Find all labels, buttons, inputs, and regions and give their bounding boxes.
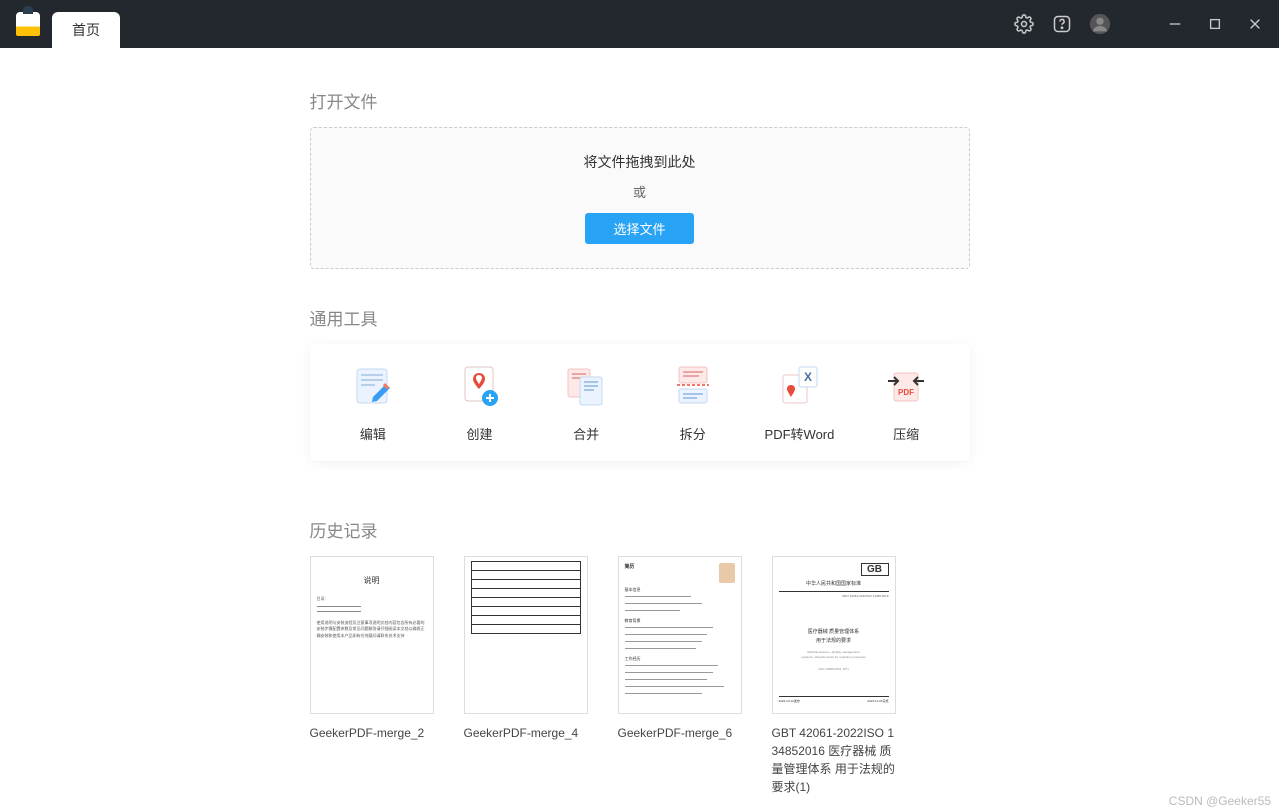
- edit-icon: [350, 362, 396, 408]
- help-icon[interactable]: [1051, 13, 1073, 35]
- open-file-section: 打开文件 将文件拖拽到此处 或 选择文件: [310, 88, 970, 269]
- split-icon: [670, 362, 716, 408]
- app-icon: [16, 12, 40, 36]
- history-grid: 说明 目录： 使用说明与安装流程及注意事项说明文档内容包含所有必要的安装步骤配置…: [310, 556, 970, 796]
- watermark: CSDN @Geeker55: [1169, 794, 1271, 808]
- tool-label: 拆分: [680, 424, 706, 443]
- history-label: GeekerPDF-merge_6: [618, 724, 742, 742]
- maximize-button[interactable]: [1207, 16, 1223, 32]
- close-button[interactable]: [1247, 16, 1263, 32]
- merge-icon: [563, 362, 609, 408]
- history-label: GeekerPDF-merge_2: [310, 724, 434, 742]
- history-item[interactable]: GeekerPDF-merge_4: [464, 556, 588, 796]
- history-thumb: [464, 556, 588, 714]
- tool-label: 压缩: [893, 424, 919, 443]
- titlebar: 首页: [0, 0, 1279, 48]
- tool-label: PDF转Word: [765, 424, 835, 443]
- tool-split[interactable]: 拆分: [648, 362, 738, 443]
- compress-icon: PDF: [883, 362, 929, 408]
- history-label: GBT 42061-2022ISO 134852016 医疗器械 质量管理体系 …: [772, 724, 896, 796]
- history-thumb: 简历 基本信息 教育背景 工作经历: [618, 556, 742, 714]
- dropzone-or: 或: [335, 182, 945, 201]
- tools-title: 通用工具: [310, 305, 970, 330]
- svg-text:X: X: [804, 370, 812, 384]
- choose-file-button[interactable]: 选择文件: [585, 213, 693, 244]
- tool-label: 合并: [573, 424, 599, 443]
- history-item[interactable]: 简历 基本信息 教育背景 工作经历 GeekerPDF-merge_6: [618, 556, 742, 796]
- dropzone[interactable]: 将文件拖拽到此处 或 选择文件: [310, 127, 970, 269]
- tool-label: 创建: [466, 424, 492, 443]
- tool-compress[interactable]: PDF 压缩: [861, 362, 951, 443]
- tool-merge[interactable]: 合并: [541, 362, 631, 443]
- main-content: 打开文件 将文件拖拽到此处 或 选择文件 通用工具 编辑 创建: [0, 48, 1279, 796]
- svg-text:PDF: PDF: [898, 388, 914, 397]
- history-title: 历史记录: [310, 517, 970, 542]
- dropzone-text: 将文件拖拽到此处: [335, 152, 945, 172]
- tools-section: 通用工具 编辑 创建 合并: [310, 305, 970, 461]
- tab-home[interactable]: 首页: [52, 12, 120, 48]
- minimize-button[interactable]: [1167, 16, 1183, 32]
- settings-icon[interactable]: [1013, 13, 1035, 35]
- history-section: 历史记录 说明 目录： 使用说明与安装流程及注意事项说明文档内容包含所有必要的安…: [310, 517, 970, 796]
- tool-pdf2word[interactable]: X PDF转Word: [754, 362, 844, 443]
- create-icon: [456, 362, 502, 408]
- history-thumb: 说明 目录： 使用说明与安装流程及注意事项说明文档内容包含所有必要的安装步骤配置…: [310, 556, 434, 714]
- history-label: GeekerPDF-merge_4: [464, 724, 588, 742]
- tools-card: 编辑 创建 合并 拆分: [310, 344, 970, 461]
- tool-create[interactable]: 创建: [434, 362, 524, 443]
- history-item[interactable]: GB 中华人民共和国国家标准 GB/T 42061-2022/ISO 13485…: [772, 556, 896, 796]
- open-file-title: 打开文件: [310, 88, 970, 113]
- history-item[interactable]: 说明 目录： 使用说明与安装流程及注意事项说明文档内容包含所有必要的安装步骤配置…: [310, 556, 434, 796]
- tool-label: 编辑: [360, 424, 386, 443]
- history-thumb: GB 中华人民共和国国家标准 GB/T 42061-2022/ISO 13485…: [772, 556, 896, 714]
- user-avatar-icon[interactable]: [1089, 13, 1111, 35]
- pdf2word-icon: X: [776, 362, 822, 408]
- tool-edit[interactable]: 编辑: [328, 362, 418, 443]
